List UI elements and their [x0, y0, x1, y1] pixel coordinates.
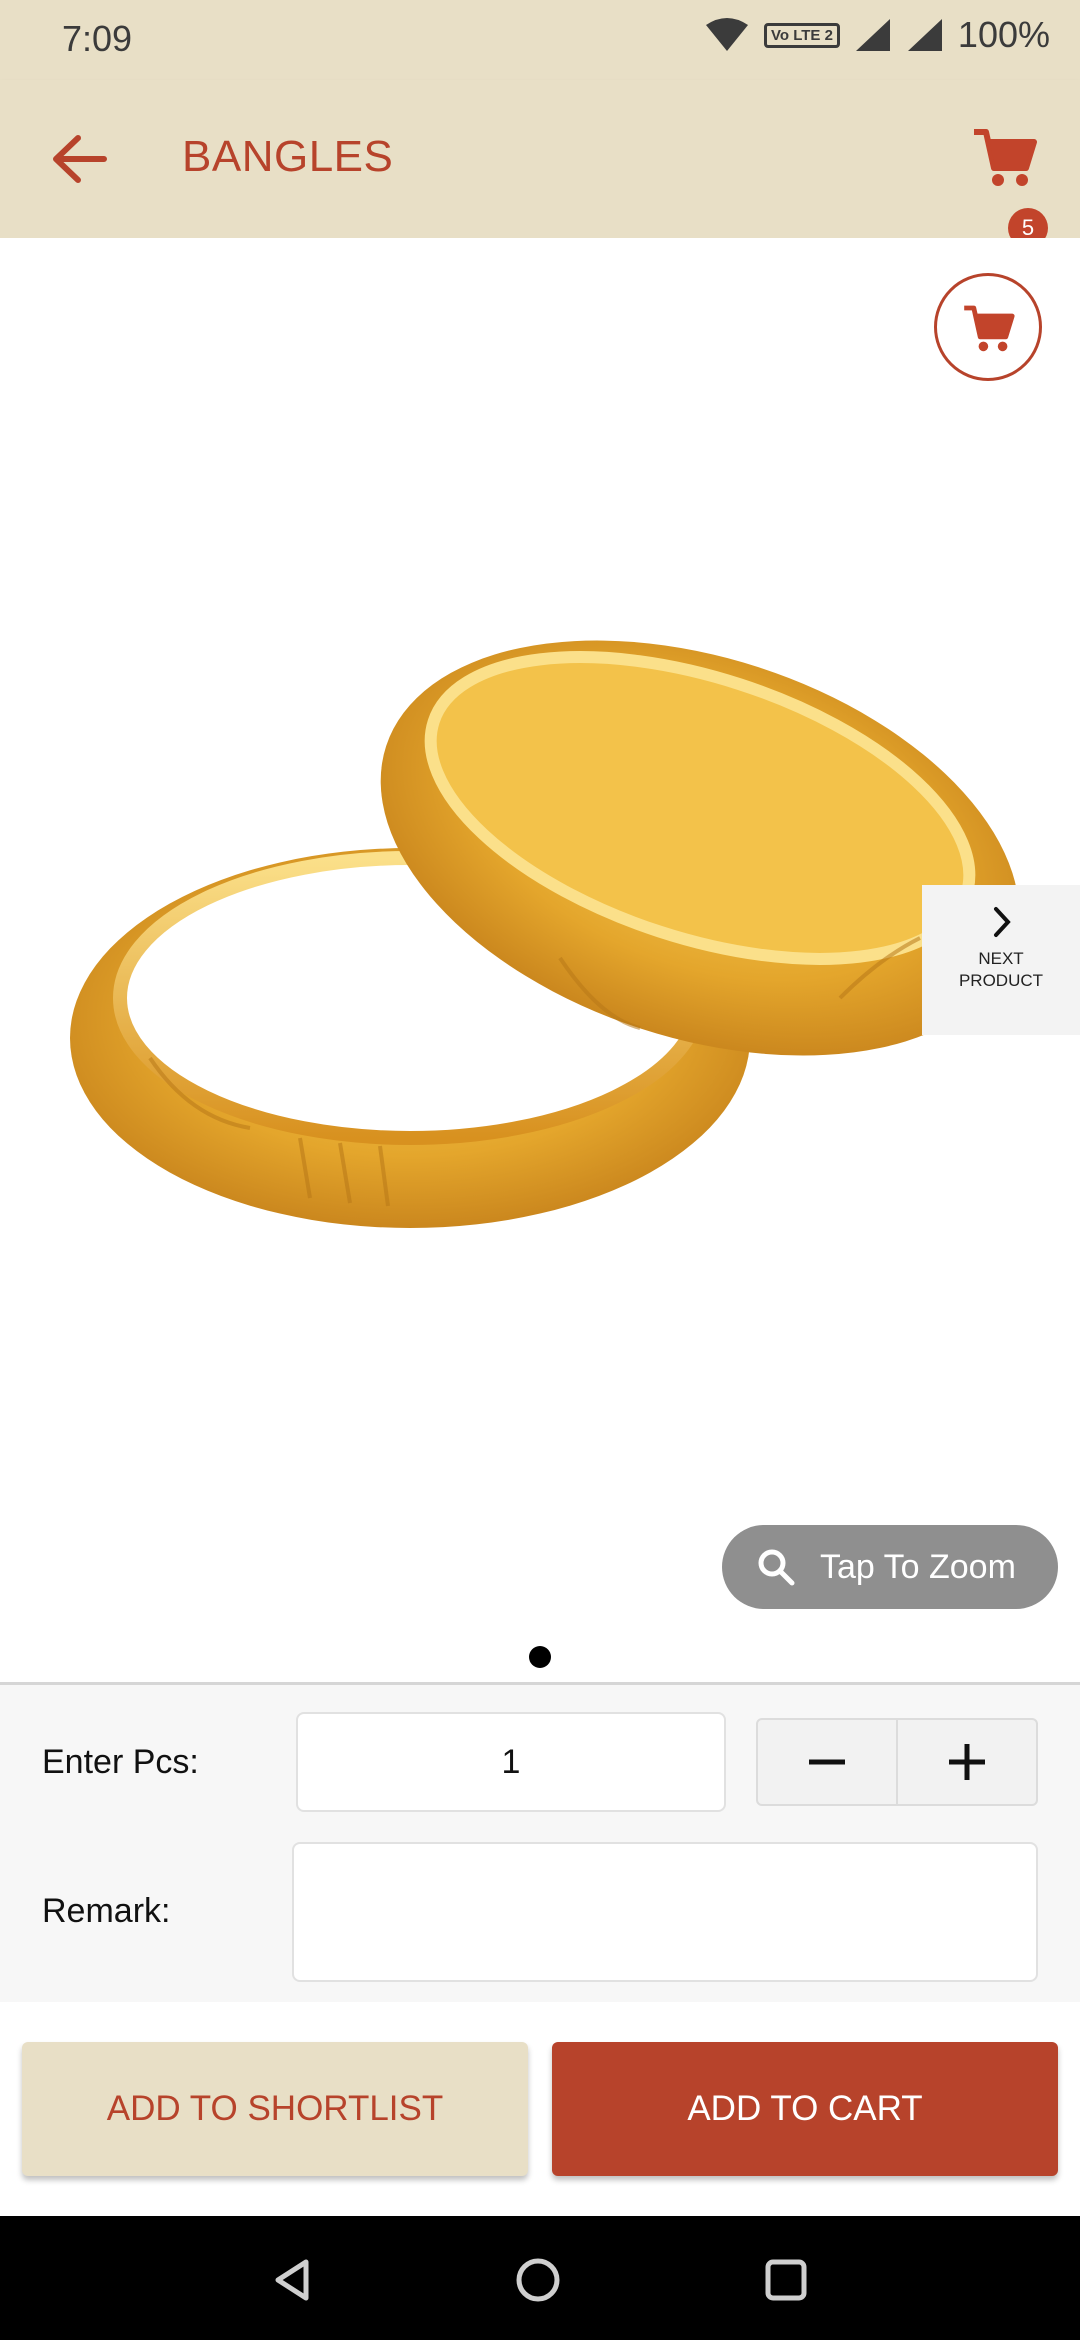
minus-icon — [809, 1759, 845, 1765]
quick-add-cart-button[interactable] — [934, 273, 1042, 381]
remark-label: Remark: — [42, 1892, 171, 1930]
cart-button[interactable] — [970, 122, 1040, 192]
pcs-label: Enter Pcs: — [42, 1743, 199, 1781]
remark-field[interactable] — [292, 1842, 1038, 1982]
next-product-label: NEXT PRODUCT — [958, 949, 1044, 990]
tap-to-zoom-label: Tap To Zoom — [820, 1547, 1016, 1586]
chevron-right-icon — [994, 907, 1011, 937]
signal-icon — [907, 19, 942, 51]
nav-recents-icon[interactable] — [762, 2256, 810, 2304]
tap-to-zoom-button[interactable]: Tap To Zoom — [722, 1525, 1058, 1609]
increase-button[interactable] — [898, 1720, 1036, 1804]
cart-icon — [974, 129, 1037, 186]
product-image[interactable] — [0, 238, 1080, 1680]
app-bar: BANGLES 5 — [0, 80, 1080, 248]
add-to-cart-button[interactable]: ADD TO CART — [552, 2042, 1058, 2176]
battery-level: 100% — [957, 14, 1050, 55]
quantity-stepper — [756, 1718, 1038, 1806]
nav-home-icon[interactable] — [514, 2256, 562, 2304]
nav-back-icon[interactable] — [268, 2256, 316, 2304]
status-time: 7:09 — [62, 18, 133, 59]
back-button[interactable] — [46, 126, 112, 192]
wifi-icon — [705, 18, 748, 51]
carousel-indicator — [529, 1646, 551, 1668]
cart-icon — [964, 305, 1015, 352]
bangles-image — [70, 640, 1020, 1228]
system-nav-bar — [0, 2216, 1080, 2340]
search-icon — [758, 1549, 795, 1586]
volte-badge: Vo LTE 2 — [763, 22, 840, 48]
back-arrow-icon — [53, 135, 107, 183]
status-icons: Vo LTE 2 100% — [704, 14, 1050, 56]
signal-icon — [855, 19, 890, 51]
status-bar: 7:09 Vo LTE 2 100% — [0, 0, 1080, 80]
page-title: BANGLES — [182, 132, 394, 181]
decrease-button[interactable] — [758, 1720, 898, 1804]
plus-icon — [949, 1744, 985, 1780]
pcs-input[interactable]: 1 — [296, 1712, 726, 1812]
next-product-button[interactable]: NEXT PRODUCT — [922, 885, 1080, 1035]
add-to-shortlist-button[interactable]: ADD TO SHORTLIST — [22, 2042, 528, 2176]
